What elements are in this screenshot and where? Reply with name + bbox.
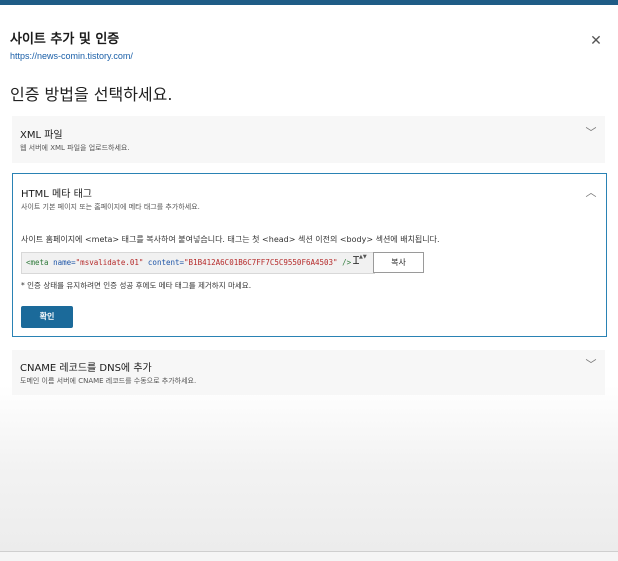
bottom-edge [0,551,618,561]
add-site-dialog: 사이트 추가 및 인증 https://news-comin.tistory.c… [0,5,618,551]
method-html-title: HTML 메타 태그 [21,189,92,200]
chevron-down-icon[interactable]: ﹀ [584,356,598,372]
code-tag-open: <meta [26,258,49,267]
chevron-down-icon[interactable]: ﹀ [584,124,598,140]
close-icon[interactable]: ✕ [586,31,606,51]
meta-tag-code[interactable]: <meta name="msvalidate.01" content="B1B4… [21,252,375,274]
method-html-description: 사이트 기본 페이지 또는 홈페이지에 메타 태그를 추가하세요. [21,203,200,211]
method-cname-description: 도메인 이름 서버에 CNAME 레코드를 수동으로 추가하세요. [20,377,197,385]
code-tag-close: /> [342,258,352,267]
method-xml-description: 웹 서버에 XML 파일을 업로드하세요. [20,144,130,152]
meta-instruction: 사이트 홈페이지에 <meta> 태그를 복사하여 붙여넣습니다. 태그는 첫 … [21,235,440,244]
spinner-icon[interactable]: ▲▼ [359,254,367,260]
code-content-value: "B1B412A6C01B6C7FF7C5C9550F6A4503" [184,258,338,267]
dialog-title: 사이트 추가 및 인증 [10,32,120,47]
code-name-attr: name= [53,258,76,267]
method-xml-title: XML 파일 [20,130,63,141]
method-cname-panel[interactable]: CNAME 레코드를 DNS에 추가 도메인 이름 서버에 CNAME 레코드를… [12,350,605,395]
chevron-up-icon[interactable]: ︿ [584,184,598,200]
method-cname-title: CNAME 레코드를 DNS에 추가 [20,363,152,374]
method-heading: 인증 방법을 선택하세요. [10,85,173,104]
site-url: https://news-comin.tistory.com/ [10,51,133,61]
meta-note: * 인증 상태를 유지하려면 인증 성공 후에도 메타 태그를 제거하지 마세요… [21,281,252,290]
method-html-panel[interactable]: HTML 메타 태그 사이트 기본 페이지 또는 홈페이지에 메타 태그를 추가… [12,173,607,337]
copy-button[interactable]: 복사 [373,252,424,273]
code-content-attr: content= [147,258,185,267]
method-xml-panel[interactable]: XML 파일 웹 서버에 XML 파일을 업로드하세요. ﹀ [12,116,605,163]
code-name-value: "msvalidate.01" [75,258,144,267]
confirm-button[interactable]: 확인 [21,306,73,328]
